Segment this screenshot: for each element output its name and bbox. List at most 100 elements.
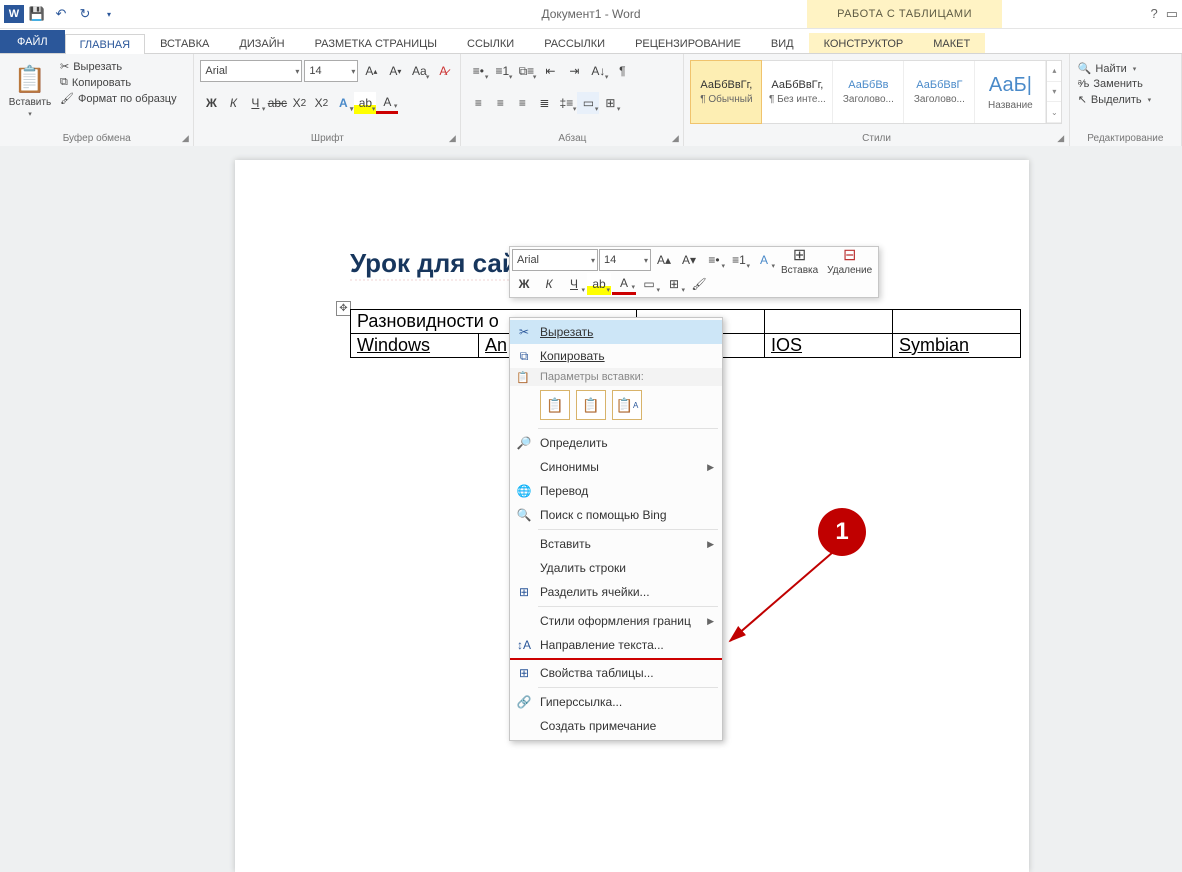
bold-icon[interactable]: Ж [200,92,222,114]
paste-keep-formatting-icon[interactable]: 📋 [540,390,570,420]
mini-grow-font-icon[interactable]: A▴ [652,249,676,271]
ctx-define[interactable]: 🔎Определить [510,431,722,455]
ctx-new-comment[interactable]: Создать примечание [510,714,722,738]
ctx-text-direction[interactable]: ↕AНаправление текста... [510,633,722,657]
qat-dropdown-icon[interactable]: ▾ [98,3,120,25]
tab-references[interactable]: ССЫЛКИ [452,33,529,53]
find-button[interactable]: 🔍Найти▾ [1076,62,1153,75]
ctx-hyperlink[interactable]: 🔗Гиперссылка... [510,690,722,714]
styles-gallery[interactable]: АаБбВвГг,¶ Обычный АаБбВвГг,¶ Без инте..… [690,60,1062,124]
styles-nav[interactable]: ▴▾⌄ [1046,61,1061,123]
clear-formatting-icon[interactable]: A̷ [432,60,454,82]
mini-size-combo[interactable]: 14▾ [599,249,651,271]
paste-text-only-icon[interactable]: 📋A [612,390,642,420]
mini-styles-icon[interactable]: A [752,249,776,271]
mini-font-color-icon[interactable]: A [612,273,636,295]
tab-insert[interactable]: ВСТАВКА [145,33,224,53]
ctx-translate[interactable]: 🌐Перевод [510,479,722,503]
tab-table-design[interactable]: КОНСТРУКТОР [809,33,919,53]
table-move-handle-icon[interactable]: ✥ [336,301,351,316]
show-marks-icon[interactable]: ¶ [611,60,633,82]
subscript-icon[interactable]: X2 [288,92,310,114]
tab-page-layout[interactable]: РАЗМЕТКА СТРАНИЦЫ [300,33,452,53]
borders-icon[interactable]: ⊞ [599,92,621,114]
align-center-icon[interactable]: ≡ [489,92,511,114]
select-button[interactable]: ↖Выделить▾ [1076,93,1153,106]
table-cell-symbian[interactable]: Symbian [893,334,1021,358]
paste-merge-formatting-icon[interactable]: 📋 [576,390,606,420]
underline-icon[interactable]: Ч [244,92,266,114]
increase-indent-icon[interactable]: ⇥ [563,60,585,82]
mini-format-painter-icon[interactable]: 🖌 [687,273,711,295]
change-case-icon[interactable]: Aa [408,60,430,82]
shrink-font-icon[interactable]: A▾ [384,60,406,82]
align-left-icon[interactable]: ≡ [467,92,489,114]
shading-icon[interactable]: ▭ [577,92,599,114]
save-icon[interactable]: 💾 [26,3,48,25]
ctx-table-properties[interactable]: ⊞Свойства таблицы... [510,661,722,685]
style-heading2[interactable]: АаБбВвГЗаголово... [904,61,975,123]
ctx-border-styles[interactable]: Стили оформления границ▶ [510,609,722,633]
bullets-icon[interactable]: ≡• [467,60,489,82]
text-effects-icon[interactable]: A [332,92,354,114]
mini-delete-icon[interactable]: ⊟Удаление [823,249,876,271]
ctx-cut[interactable]: ✂Вырезать [510,320,722,344]
style-heading1[interactable]: АаБбВвЗаголово... [833,61,904,123]
tab-file[interactable]: ФАЙЛ [0,30,65,53]
mini-borders-icon[interactable]: ⊞ [662,273,686,295]
mini-shading-icon[interactable]: ▭ [637,273,661,295]
mini-italic-icon[interactable]: К [537,273,561,295]
undo-icon[interactable]: ↶ [50,3,72,25]
font-size-combo[interactable]: 14▾ [304,60,358,82]
mini-underline-icon[interactable]: Ч [562,273,586,295]
font-name-combo[interactable]: Arial▾ [200,60,302,82]
paste-button[interactable]: 📋 Вставить ▾ [6,56,54,126]
mini-highlight-icon[interactable]: ab [587,273,611,295]
numbering-icon[interactable]: ≡1 [491,60,513,82]
tab-mailings[interactable]: РАССЫЛКИ [529,33,620,53]
grow-font-icon[interactable]: A▴ [360,60,382,82]
tab-review[interactable]: РЕЦЕНЗИРОВАНИЕ [620,33,756,53]
italic-icon[interactable]: К [222,92,244,114]
table-cell-ios[interactable]: IOS [765,334,893,358]
sort-icon[interactable]: A↓ [587,60,609,82]
ribbon-options-icon[interactable]: ▭ [1166,6,1178,22]
paragraph-dialog-icon[interactable]: ◢ [669,132,681,144]
mini-bold-icon[interactable]: Ж [512,273,536,295]
help-icon[interactable]: ? [1150,6,1157,22]
clipboard-dialog-icon[interactable]: ◢ [179,132,191,144]
font-dialog-icon[interactable]: ◢ [446,132,458,144]
font-color-icon[interactable]: A [376,92,398,114]
ctx-synonyms[interactable]: Синонимы▶ [510,455,722,479]
tab-home[interactable]: ГЛАВНАЯ [65,34,145,54]
superscript-icon[interactable]: X2 [310,92,332,114]
ctx-bing[interactable]: 🔍Поиск с помощью Bing [510,503,722,527]
style-title[interactable]: АаБ|Название [975,61,1046,123]
mini-insert-icon[interactable]: ⊞Вставка [777,249,822,271]
ctx-copy[interactable]: ⧉Копировать [510,344,722,368]
justify-icon[interactable]: ≣ [533,92,555,114]
doc-heading[interactable]: Урок для сайт [350,248,531,279]
tab-view[interactable]: ВИД [756,33,809,53]
multilevel-icon[interactable]: ⧉≡ [515,60,537,82]
strike-icon[interactable]: abc [266,92,288,114]
table-cell-windows[interactable]: Windows [351,334,479,358]
mini-shrink-font-icon[interactable]: A▾ [677,249,701,271]
ctx-split-cells[interactable]: ⊞Разделить ячейки... [510,580,722,604]
ctx-delete-rows[interactable]: Удалить строки [510,556,722,580]
line-spacing-icon[interactable]: ‡≡ [555,92,577,114]
cut-button[interactable]: ✂Вырезать [58,60,179,73]
mini-font-combo[interactable]: Arial▾ [512,249,598,271]
decrease-indent-icon[interactable]: ⇤ [539,60,561,82]
mini-bullets-icon[interactable]: ≡• [702,249,726,271]
style-no-spacing[interactable]: АаБбВвГг,¶ Без инте... [762,61,833,123]
copy-button[interactable]: ⧉Копировать [58,76,179,89]
align-right-icon[interactable]: ≡ [511,92,533,114]
styles-dialog-icon[interactable]: ◢ [1055,132,1067,144]
format-painter-button[interactable]: 🖌Формат по образцу [58,92,179,105]
style-normal[interactable]: АаБбВвГг,¶ Обычный [690,60,762,124]
redo-icon[interactable]: ↻ [74,3,96,25]
highlight-icon[interactable]: ab [354,92,376,114]
replace-button[interactable]: ᵃ⁄ьЗаменить [1076,78,1153,90]
tab-design[interactable]: ДИЗАЙН [224,33,299,53]
